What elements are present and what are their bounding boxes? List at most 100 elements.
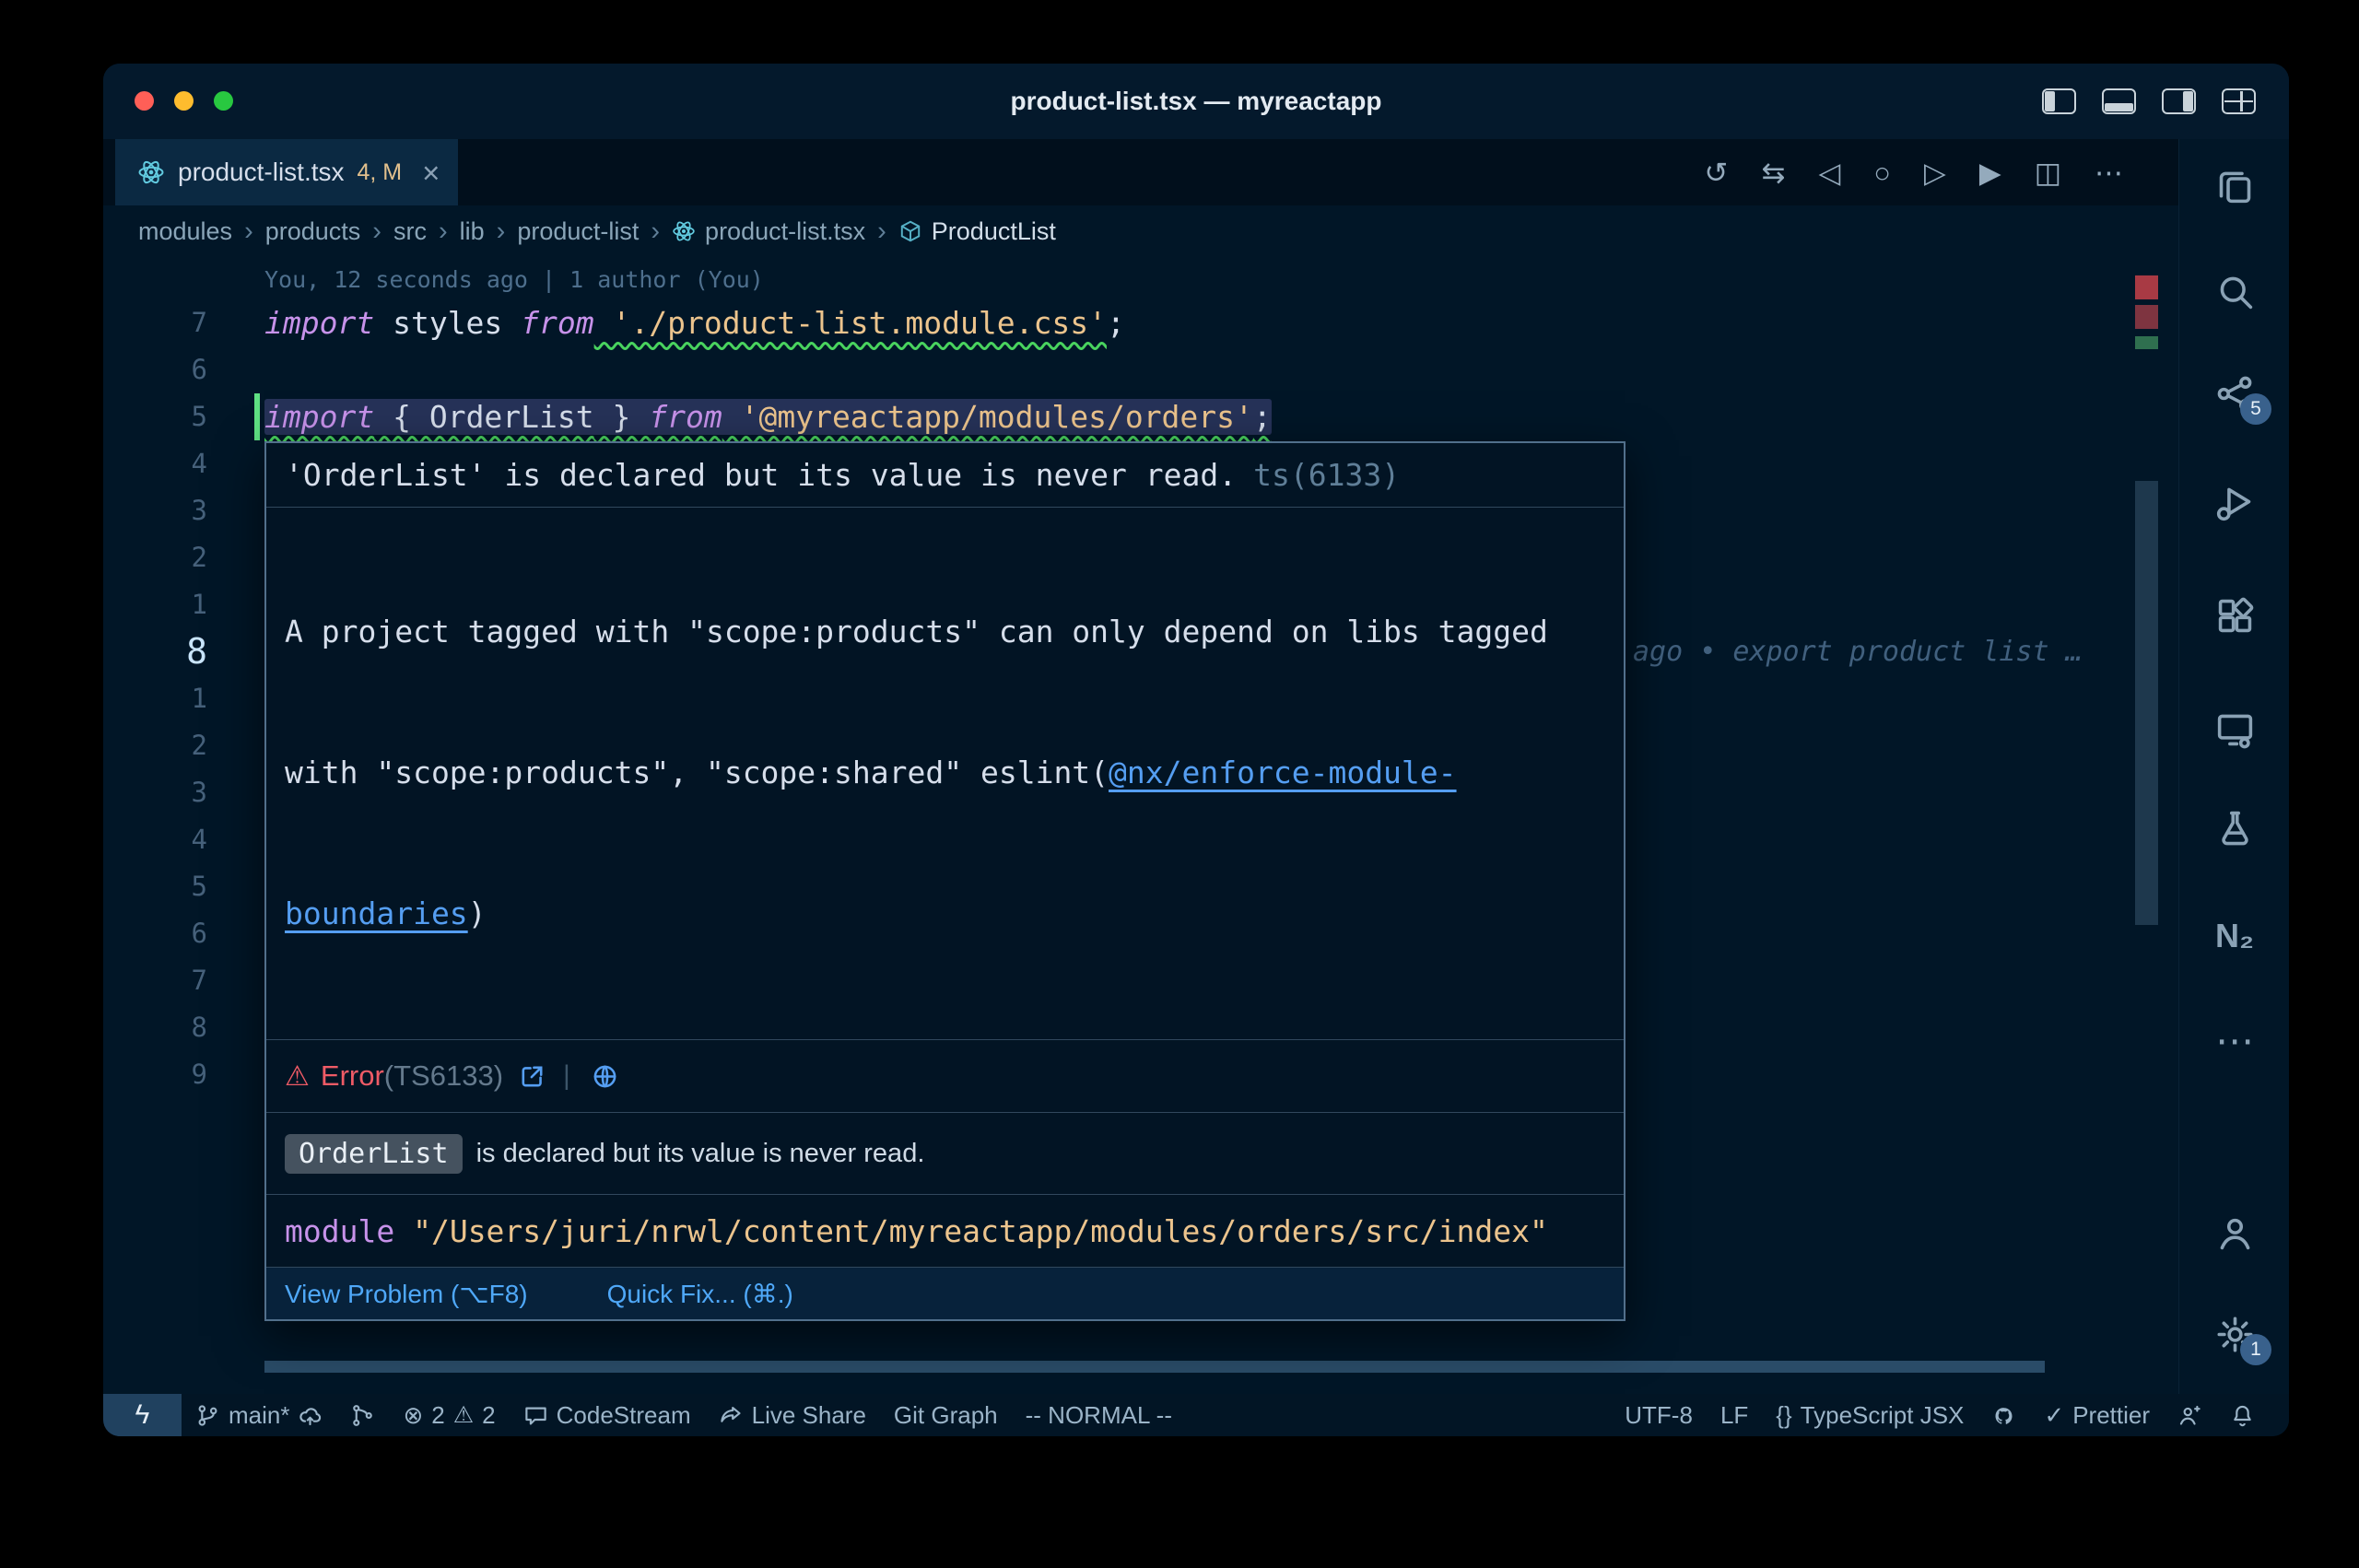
breadcrumb-separator: › (651, 216, 660, 247)
code-line-content[interactable]: import { OrderList } from '@myreactapp/m… (264, 393, 1272, 440)
severity-label: Error (321, 1059, 384, 1093)
toggle-panel-icon[interactable] (2102, 88, 2136, 114)
view-problem-button[interactable]: View Problem (⌥F8) (285, 1279, 528, 1309)
line-number[interactable]: 6 (103, 910, 207, 957)
activity-run-debug[interactable] (2205, 476, 2264, 528)
breadcrumb-symbol[interactable]: ProductList (898, 217, 1056, 246)
toggle-sidebar-right-icon[interactable] (2162, 88, 2196, 114)
gitlens-blame-header[interactable]: You, 12 seconds ago | 1 author (You) (264, 266, 764, 293)
account-icon (2214, 1212, 2256, 1254)
breadcrumb-item[interactable]: product-list (517, 217, 639, 246)
tab-product-list[interactable]: product-list.tsx 4, M × (115, 139, 458, 205)
line-number[interactable]: 5 (103, 863, 207, 910)
eslint-rule-link[interactable]: boundaries (285, 895, 468, 931)
eslint-text: with "scope:products", "scope:shared" es… (285, 755, 1109, 790)
prettier-status[interactable]: ✓ Prettier (2030, 1401, 2164, 1430)
breadcrumb-item[interactable]: lib (460, 217, 485, 246)
editor-column: product-list.tsx 4, M × ↺ ⇆ ◁ ○ ▷ ▶ ◫ ⋯ (103, 139, 2178, 1394)
activity-copy[interactable] (2205, 159, 2264, 211)
activity-more[interactable]: ⋯ (2205, 1015, 2264, 1067)
titlebar: product-list.tsx — myreactapp (103, 64, 2289, 139)
next-change-icon[interactable]: ▷ (1924, 158, 1946, 187)
code-line-content[interactable]: import styles from './product-list.modul… (264, 299, 1125, 346)
chip-message: is declared but its value is never read. (476, 1139, 925, 1169)
vim-mode-indicator[interactable]: -- NORMAL -- (1012, 1394, 1186, 1436)
branch-status[interactable]: main* (182, 1394, 336, 1436)
globe-icon[interactable] (591, 1062, 619, 1091)
open-changes-icon[interactable]: ◁ (1818, 158, 1840, 187)
activity-remote-explorer[interactable] (2205, 703, 2264, 755)
live-share-status[interactable]: Live Share (705, 1394, 880, 1436)
copy-icon (2214, 165, 2256, 206)
customize-layout-icon[interactable] (2222, 88, 2256, 114)
feedback-status[interactable] (2164, 1403, 2216, 1428)
activity-testing[interactable] (2205, 802, 2264, 853)
previous-change-icon[interactable]: ○ (1873, 158, 1891, 187)
activity-settings[interactable]: 1 (2205, 1308, 2264, 1360)
compare-icon[interactable]: ⇆ (1761, 158, 1785, 187)
remote-indicator[interactable]: ϟ (103, 1394, 182, 1436)
line-number[interactable]: 4 (103, 816, 207, 863)
eslint-rule-link[interactable]: @nx/enforce-module- (1109, 755, 1457, 790)
code-row[interactable]: 5 import { OrderList } from '@myreactapp… (103, 393, 2134, 440)
line-number[interactable]: 9 (103, 1051, 207, 1098)
line-number[interactable]: 4 (103, 440, 207, 487)
code-row[interactable]: 7 import styles from './product-list.mod… (103, 299, 2134, 346)
horizontal-scrollbar[interactable] (264, 1361, 2045, 1373)
warnings-count: 2 (482, 1401, 495, 1430)
encoding-status[interactable]: UTF-8 (1611, 1401, 1707, 1430)
error-hover-tooltip: 'OrderList' is declared but its value is… (264, 441, 1625, 1321)
breadcrumb-item[interactable]: products (265, 217, 361, 246)
hover-actions-row: View Problem (⌥F8) Quick Fix... (⌘.) (266, 1268, 1624, 1319)
line-number[interactable]: 7 (103, 957, 207, 1004)
line-number[interactable]: 3 (103, 769, 207, 816)
breadcrumb-item[interactable]: modules (138, 217, 232, 246)
severity-code: (TS6133) (384, 1059, 503, 1093)
line-number[interactable]: 7 (103, 299, 207, 346)
activity-nx-console[interactable]: N₂ (2205, 910, 2264, 962)
language-mode-status[interactable]: {} TypeScript JSX (1762, 1401, 1978, 1430)
run-file-icon[interactable]: ▶ (1979, 158, 2001, 187)
line-number[interactable]: 2 (103, 534, 207, 581)
git-graph-label[interactable]: Git Graph (880, 1394, 1012, 1436)
codestream-label: CodeStream (557, 1401, 691, 1430)
eol-status[interactable]: LF (1707, 1401, 1762, 1430)
vertical-scrollbar[interactable] (2135, 481, 2158, 925)
breadcrumb-symbol-label: ProductList (932, 217, 1056, 246)
code-editor[interactable]: You, 12 seconds ago | 1 author (You) 7 i… (103, 257, 2178, 1394)
breadcrumb-file[interactable]: product-list.tsx (672, 217, 865, 246)
check-icon: ✓ (2044, 1401, 2064, 1430)
line-number[interactable]: 1 (103, 581, 207, 628)
module-keyword: module (285, 1213, 394, 1249)
line-number[interactable]: 5 (103, 393, 207, 440)
tab-close-icon[interactable]: × (422, 158, 440, 188)
breadcrumb-separator: › (439, 216, 448, 247)
more-actions-icon[interactable]: ⋯ (2095, 158, 2123, 187)
line-number[interactable]: 2 (103, 722, 207, 769)
split-editor-icon[interactable]: ◫ (2035, 158, 2061, 187)
toggle-sidebar-left-icon[interactable] (2042, 88, 2076, 114)
breadcrumb-item[interactable]: src (393, 217, 427, 246)
activity-extensions[interactable] (2205, 590, 2264, 641)
activity-search[interactable] (2205, 265, 2264, 317)
breadcrumb-separator: › (244, 216, 253, 247)
external-link-icon[interactable] (518, 1062, 546, 1091)
github-status[interactable] (1978, 1403, 2030, 1428)
problems-status[interactable]: ⊗ 2 ⚠ 2 (389, 1394, 509, 1436)
notifications-status[interactable] (2216, 1403, 2269, 1428)
codestream-status[interactable]: CodeStream (510, 1394, 705, 1436)
code-row[interactable]: 6 (103, 346, 2134, 393)
overview-ruler-change-mark (2135, 336, 2158, 349)
activity-accounts[interactable] (2205, 1207, 2264, 1258)
braces-icon: {} (1776, 1401, 1791, 1430)
activity-source-control[interactable]: 5 (2205, 368, 2264, 419)
code-token: styles (374, 305, 521, 341)
quick-fix-button[interactable]: Quick Fix... (⌘.) (607, 1279, 793, 1309)
line-number[interactable]: 6 (103, 346, 207, 393)
line-number[interactable]: 1 (103, 675, 207, 722)
line-number[interactable]: 3 (103, 487, 207, 534)
current-line-number[interactable]: 8 (103, 628, 207, 675)
timeline-icon[interactable]: ↺ (1704, 158, 1728, 187)
line-number[interactable]: 8 (103, 1004, 207, 1051)
git-graph-status-icon[interactable] (336, 1394, 389, 1436)
